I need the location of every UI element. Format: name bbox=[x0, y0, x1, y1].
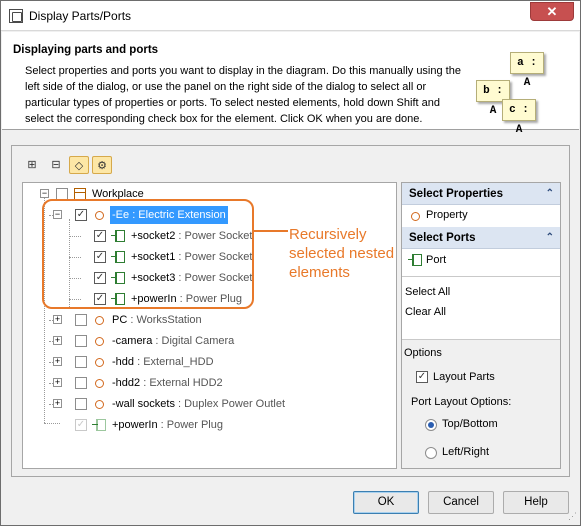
property-icon bbox=[95, 400, 104, 409]
dialog-header: Displaying parts and ports Select proper… bbox=[2, 32, 579, 136]
left-right-radio[interactable] bbox=[425, 447, 437, 459]
annotation-connector bbox=[254, 230, 288, 232]
window-title: Display Parts/Ports bbox=[29, 9, 132, 23]
checkbox[interactable] bbox=[75, 398, 87, 410]
badge-c: c : A bbox=[502, 99, 536, 136]
tree-label: -hdd2 : External HDD2 bbox=[112, 377, 223, 389]
resize-grip-icon[interactable]: ⋰ bbox=[568, 511, 577, 522]
app-icon bbox=[9, 9, 23, 23]
options-section: Options ✓ Layout Parts Port Layout Optio… bbox=[402, 339, 560, 468]
tree-row-powerin-root[interactable]: ✓ +powerIn : Power Plug bbox=[23, 416, 398, 434]
expand-icon[interactable]: + bbox=[53, 378, 62, 387]
expand-icon[interactable]: + bbox=[53, 357, 62, 366]
property-icon bbox=[95, 337, 104, 346]
left-right-label: Left/Right bbox=[442, 446, 490, 458]
select-property-link[interactable]: Property bbox=[426, 209, 468, 221]
tree-label: -camera : Digital Camera bbox=[112, 335, 235, 347]
layout-parts-checkbox[interactable]: ✓ bbox=[416, 371, 428, 383]
collapse-chevron-icon[interactable]: ⌃ bbox=[546, 183, 554, 205]
tree-row-wall-sockets[interactable]: + -wall sockets : Duplex Power Outlet bbox=[23, 395, 398, 413]
port-icon bbox=[408, 254, 422, 266]
checkbox[interactable] bbox=[75, 356, 87, 368]
layout-parts-label: Layout Parts bbox=[433, 371, 495, 383]
header-description: Select properties and ports you want to … bbox=[25, 65, 461, 125]
header-title: Displaying parts and ports bbox=[13, 44, 159, 56]
tree-row-hdd[interactable]: + -hdd : External_HDD bbox=[23, 353, 398, 371]
close-button[interactable]: ✕ bbox=[530, 2, 574, 21]
port-layout-title: Port Layout Options: bbox=[411, 396, 512, 408]
annotation-text: Recursively selected nested elements bbox=[289, 226, 395, 281]
annotation-box bbox=[42, 199, 254, 309]
tree-label: -hdd : External_HDD bbox=[112, 356, 214, 368]
checkbox[interactable] bbox=[75, 377, 87, 389]
select-port-link[interactable]: Port bbox=[426, 254, 446, 266]
dialog-window: Display Parts/Ports ✕ Displaying parts a… bbox=[0, 0, 581, 526]
badge-a: a : A bbox=[510, 52, 544, 89]
expand-all-icon[interactable]: ⊞ bbox=[22, 156, 42, 174]
expand-icon[interactable]: + bbox=[53, 399, 62, 408]
ok-button[interactable]: OK bbox=[353, 491, 419, 514]
options-title: Options bbox=[404, 347, 442, 359]
selection-panel: Select Properties ⌃ Property Select Port… bbox=[401, 182, 561, 469]
tree-label: -wall sockets : Duplex Power Outlet bbox=[112, 398, 286, 410]
show-ports-icon[interactable]: ◇ bbox=[69, 156, 89, 174]
property-icon bbox=[95, 316, 104, 325]
title-bar: Display Parts/Ports ✕ bbox=[1, 1, 580, 31]
collapse-chevron-icon[interactable]: ⌃ bbox=[546, 227, 554, 249]
tree-label: +powerIn : Power Plug bbox=[112, 419, 223, 431]
collapse-icon[interactable]: − bbox=[40, 189, 49, 198]
top-bottom-label: Top/Bottom bbox=[442, 418, 498, 430]
property-icon bbox=[95, 379, 104, 388]
checkbox[interactable] bbox=[75, 314, 87, 326]
tree-label: PC : WorksStation bbox=[112, 314, 202, 326]
tree-row-pc[interactable]: + PC : WorksStation bbox=[23, 311, 398, 329]
checkbox[interactable]: ✓ bbox=[75, 419, 87, 431]
cancel-button[interactable]: Cancel bbox=[428, 491, 494, 514]
top-bottom-radio[interactable] bbox=[425, 419, 437, 431]
property-icon bbox=[411, 212, 420, 221]
show-properties-icon[interactable]: ⚙ bbox=[92, 156, 112, 174]
checkbox[interactable] bbox=[75, 335, 87, 347]
select-ports-header[interactable]: Select Ports ⌃ bbox=[402, 227, 560, 249]
property-icon bbox=[95, 358, 104, 367]
select-properties-header[interactable]: Select Properties ⌃ bbox=[402, 183, 560, 205]
select-all-link[interactable]: Select All bbox=[405, 286, 450, 298]
port-icon bbox=[92, 419, 106, 431]
expand-icon[interactable]: + bbox=[53, 336, 62, 345]
collapse-all-icon[interactable]: ⊟ bbox=[46, 156, 66, 174]
tree-row-hdd2[interactable]: + -hdd2 : External HDD2 bbox=[23, 374, 398, 392]
main-panel: ⊞ ⊟ ◇ ⚙ − Workplace − ✓ -Ee: Electric E… bbox=[11, 145, 570, 477]
clear-all-link[interactable]: Clear All bbox=[405, 306, 446, 318]
expand-icon[interactable]: + bbox=[53, 315, 62, 324]
tree-row-camera[interactable]: + -camera : Digital Camera bbox=[23, 332, 398, 350]
help-button[interactable]: Help bbox=[503, 491, 569, 514]
